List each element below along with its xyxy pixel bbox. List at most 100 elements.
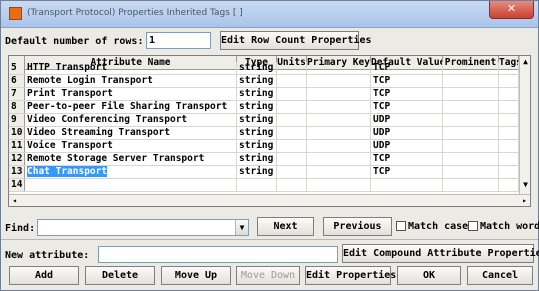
table-row[interactable]: 9 Video Conferencing Transport string UDP (9, 114, 519, 127)
delete-button[interactable]: Delete (85, 266, 155, 285)
cell-units[interactable] (277, 62, 307, 74)
cell-units[interactable] (277, 114, 307, 126)
cancel-button[interactable]: Cancel (467, 266, 533, 285)
previous-button[interactable]: Previous (323, 217, 392, 236)
cell-default-value[interactable] (371, 179, 443, 191)
cell-type[interactable]: string (237, 153, 277, 165)
horizontal-scrollbar[interactable]: ◂ ▸ (9, 194, 530, 206)
cell-type[interactable]: string (237, 127, 277, 139)
default-rows-input[interactable]: 1 (146, 32, 211, 49)
cell-prominent[interactable] (443, 179, 499, 191)
move-down-button[interactable]: Move Down (236, 266, 300, 285)
cell-prominent[interactable] (443, 166, 499, 178)
cell-tags[interactable] (499, 75, 519, 87)
cell-primary-key[interactable] (307, 88, 371, 100)
next-button[interactable]: Next (257, 217, 314, 236)
cell-primary-key[interactable] (307, 153, 371, 165)
table-row[interactable]: 11 Voice Transport string UDP (9, 140, 519, 153)
cell-primary-key[interactable] (307, 75, 371, 87)
cell-default-value[interactable]: TCP (371, 153, 443, 165)
scroll-up-icon[interactable]: ▲ (520, 57, 530, 66)
table-row[interactable]: 10 Video Streaming Transport string UDP (9, 127, 519, 140)
match-case-checkbox[interactable] (396, 221, 406, 231)
close-button[interactable]: ✕ (489, 1, 534, 19)
cell-tags[interactable] (499, 179, 519, 191)
cell-prominent[interactable] (443, 140, 499, 152)
cell-type[interactable]: string (237, 75, 277, 87)
cell-default-value[interactable]: TCP (371, 166, 443, 178)
find-input[interactable] (37, 219, 249, 236)
vertical-scrollbar[interactable]: ▲ ▼ (519, 56, 530, 194)
cell-primary-key[interactable] (307, 179, 371, 191)
scroll-down-icon[interactable]: ▼ (520, 180, 530, 189)
cell-units[interactable] (277, 75, 307, 87)
cell-tags[interactable] (499, 140, 519, 152)
cell-type[interactable]: string (237, 114, 277, 126)
table-row[interactable]: 13 Chat Transport string TCP (9, 166, 519, 179)
cell-prominent[interactable] (443, 101, 499, 113)
cell-primary-key[interactable] (307, 127, 371, 139)
edit-row-count-button[interactable]: Edit Row Count Properties (220, 31, 372, 50)
cell-tags[interactable] (499, 166, 519, 178)
table-row[interactable]: 6 Remote Login Transport string TCP (9, 75, 519, 88)
cell-tags[interactable] (499, 101, 519, 113)
cell-attribute-name[interactable]: Remote Storage Server Transport (25, 153, 237, 165)
cell-attribute-name[interactable] (25, 179, 237, 191)
cell-attribute-name[interactable]: Video Conferencing Transport (25, 114, 237, 126)
cell-tags[interactable] (499, 88, 519, 100)
cell-attribute-name[interactable]: Print Transport (25, 88, 237, 100)
cell-type[interactable] (237, 179, 277, 191)
cell-units[interactable] (277, 88, 307, 100)
cell-type[interactable]: string (237, 101, 277, 113)
cell-default-value[interactable]: UDP (371, 114, 443, 126)
cell-attribute-name[interactable]: Voice Transport (25, 140, 237, 152)
new-attribute-input[interactable] (98, 246, 338, 263)
cell-prominent[interactable] (443, 127, 499, 139)
edit-properties-button[interactable]: Edit Properties (305, 266, 396, 285)
cell-attribute-name[interactable]: HTTP Transport (25, 62, 237, 74)
cell-attribute-name[interactable]: Remote Login Transport (25, 75, 237, 87)
cell-default-value[interactable]: UDP (371, 140, 443, 152)
cell-type[interactable]: string (237, 88, 277, 100)
selected-cell-text[interactable]: Chat Transport (27, 166, 108, 177)
scroll-right-icon[interactable]: ▸ (519, 196, 530, 205)
cell-attribute-name[interactable]: Peer-to-peer File Sharing Transport (25, 101, 237, 113)
cell-tags[interactable] (499, 127, 519, 139)
ok-button[interactable]: OK (397, 266, 461, 285)
table-row[interactable]: 12 Remote Storage Server Transport string T… (9, 153, 519, 166)
attribute-grid[interactable]: Attribute Name Type Units Primary Key De… (8, 55, 531, 207)
cell-units[interactable] (277, 179, 307, 191)
table-row[interactable]: 8 Peer-to-peer File Sharing Transport stri… (9, 101, 519, 114)
table-row[interactable]: 5 HTTP Transport string TCP (9, 62, 519, 75)
cell-units[interactable] (277, 153, 307, 165)
cell-prominent[interactable] (443, 114, 499, 126)
cell-prominent[interactable] (443, 153, 499, 165)
cell-default-value[interactable]: TCP (371, 88, 443, 100)
cell-tags[interactable] (499, 153, 519, 165)
cell-default-value[interactable]: TCP (371, 62, 443, 74)
cell-default-value[interactable]: TCP (371, 101, 443, 113)
cell-type[interactable]: string (237, 62, 277, 74)
cell-tags[interactable] (499, 114, 519, 126)
cell-units[interactable] (277, 127, 307, 139)
cell-prominent[interactable] (443, 75, 499, 87)
cell-tags[interactable] (499, 62, 519, 74)
cell-primary-key[interactable] (307, 114, 371, 126)
cell-default-value[interactable]: UDP (371, 127, 443, 139)
cell-units[interactable] (277, 101, 307, 113)
cell-type[interactable]: string (237, 140, 277, 152)
move-up-button[interactable]: Move Up (161, 266, 231, 285)
cell-primary-key[interactable] (307, 166, 371, 178)
cell-units[interactable] (277, 140, 307, 152)
title-bar[interactable]: (Transport Protocol) Properties Inherite… (1, 1, 538, 28)
add-button[interactable]: Add (9, 266, 79, 285)
cell-attribute-name[interactable]: Chat Transport (25, 166, 237, 178)
table-row[interactable]: 7 Print Transport string TCP (9, 88, 519, 101)
cell-primary-key[interactable] (307, 140, 371, 152)
cell-prominent[interactable] (443, 62, 499, 74)
match-words-checkbox[interactable] (468, 221, 478, 231)
cell-attribute-name[interactable]: Video Streaming Transport (25, 127, 237, 139)
table-row[interactable]: 14 (9, 179, 519, 192)
cell-primary-key[interactable] (307, 101, 371, 113)
cell-prominent[interactable] (443, 88, 499, 100)
